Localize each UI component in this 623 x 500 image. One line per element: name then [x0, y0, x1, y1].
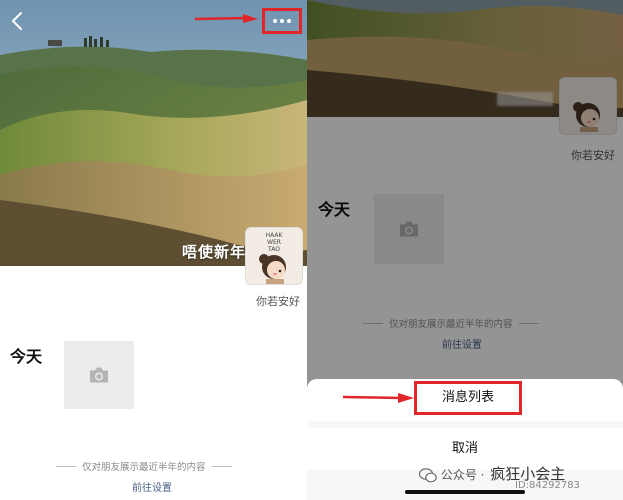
wechat-icon: [418, 468, 437, 483]
post-photo-placeholder[interactable]: [64, 341, 134, 409]
more-button[interactable]: [262, 8, 302, 34]
camera-icon: [90, 367, 108, 383]
avatar-text-2: WER: [267, 239, 281, 246]
signature-text: 你若安好: [256, 295, 300, 308]
chevron-left-icon: [12, 12, 22, 30]
message-list-button[interactable]: 消息列表: [414, 381, 522, 415]
visibility-notice: 仅对朋友展示最近半年的内容: [56, 459, 232, 473]
watermark-prefix: 公众号 ·: [440, 468, 485, 482]
go-to-settings-link[interactable]: 前往设置: [132, 479, 172, 494]
more-dots-icon: [273, 19, 291, 23]
back-button[interactable]: [8, 10, 28, 32]
message-list-label: 消息列表: [441, 390, 494, 405]
red-arrow-annotation: [195, 14, 258, 23]
watermark-id: ID:84292783: [515, 480, 580, 491]
avatar[interactable]: HAAK WER TAO: [245, 227, 303, 285]
avatar-text-1: HAAK: [265, 232, 283, 239]
visibility-notice-text: 仅对朋友展示最近半年的内容: [82, 462, 206, 473]
red-arrow-annotation: [343, 393, 414, 403]
cartoon-girl-illustration: [259, 254, 286, 284]
divider-left: [56, 465, 76, 467]
user-nickname: 唔使新年: [182, 243, 247, 261]
right-moments-screen: 你若安好 今天 仅对朋友展示最近半年的内容 前往设置 消息列表 取消 公众号 ·…: [307, 0, 623, 500]
left-moments-screen: 唔使新年 HAAK WER TAO 你若安好 今天 仅对朋友展示最近半年的内容 …: [0, 0, 307, 500]
home-indicator: [405, 490, 525, 494]
divider-right: [211, 465, 232, 467]
day-label: 今天: [10, 347, 43, 366]
